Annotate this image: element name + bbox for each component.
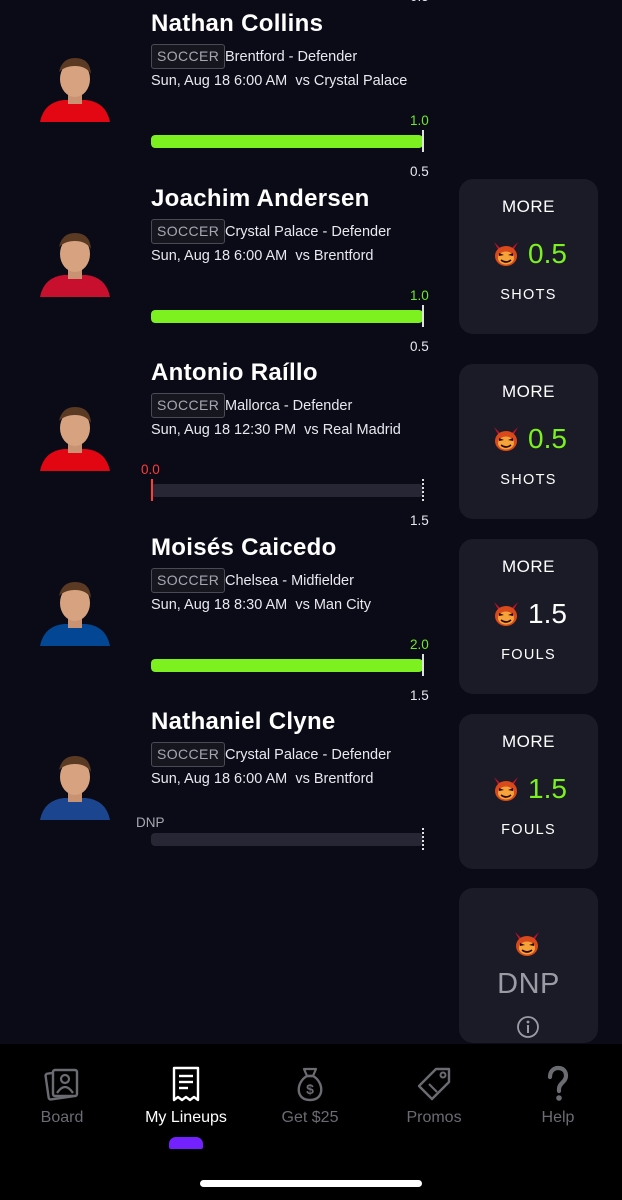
opponent: vs Brentford	[295, 248, 374, 264]
question-icon	[538, 1064, 578, 1104]
tab-label: Board	[40, 1109, 84, 1126]
opponent: vs Man City	[295, 597, 372, 613]
actual-stat-value: 2.0	[410, 637, 429, 652]
sport-badge: SOCCER	[151, 568, 226, 593]
progress-track	[151, 659, 423, 672]
home-indicator	[200, 1180, 422, 1187]
progress-fill	[151, 135, 423, 148]
game-time: Sun, Aug 18 6:00 AM vs Brentford	[151, 247, 373, 265]
info-icon[interactable]	[516, 1015, 540, 1039]
player-avatar	[38, 52, 112, 122]
player-avatar	[38, 227, 112, 297]
team-position: Brentford - Defender	[225, 49, 358, 65]
actual-stat-value: 0.0	[141, 462, 160, 477]
actual-stat-value: 1.0	[410, 113, 429, 128]
pick-card[interactable]: DNP	[459, 888, 598, 1043]
game-datetime: Sun, Aug 18 6:00 AM	[151, 248, 288, 264]
sport-badge: SOCCER	[151, 393, 226, 418]
progress-track	[151, 484, 423, 497]
game-datetime: Sun, Aug 18 12:30 PM	[151, 422, 297, 438]
tab-help[interactable]: Help	[496, 1044, 620, 1154]
tab-my-lineups[interactable]: My Lineups	[124, 1044, 248, 1154]
line-marker	[422, 479, 424, 501]
svg-text:$: $	[306, 1081, 314, 1097]
team-position: Crystal Palace - Defender	[225, 224, 392, 240]
progress-track	[151, 135, 423, 148]
game-time: Sun, Aug 18 12:30 PM vs Real Madrid	[151, 421, 401, 439]
game-time: Sun, Aug 18 8:30 AM vs Man City	[151, 596, 371, 614]
team-position: Crystal Palace - Defender	[225, 747, 392, 763]
bottom-tab-bar: Board My Lineups $ Get $25 Promos Help	[0, 1044, 622, 1200]
game-datetime: Sun, Aug 18 8:30 AM	[151, 597, 288, 613]
player-avatar	[38, 401, 112, 471]
lineup-pick-list[interactable]: Erling HaalandSOCCERMan City - AttackerS…	[0, 0, 622, 1044]
progress-track	[151, 310, 423, 323]
actual-stat-value: 1.0	[410, 288, 429, 303]
opponent: vs Brentford	[295, 771, 374, 787]
board-icon	[42, 1064, 82, 1104]
tag-icon	[414, 1064, 454, 1104]
opponent: vs Real Madrid	[304, 422, 401, 438]
opponent: vs Crystal Palace	[295, 73, 408, 89]
sport-badge: SOCCER	[151, 219, 226, 244]
tab-label: My Lineups	[145, 1109, 227, 1126]
tab-board[interactable]: Board	[0, 1044, 124, 1154]
pick-row: Moisés Caicedo SOCCER Chelsea - Midfielder…	[0, 524, 622, 703]
tab-promos[interactable]: Promos	[372, 1044, 496, 1154]
player-avatar	[38, 576, 112, 646]
pick-row: Nathan Collins SOCCER Brentford - Defender…	[0, 0, 622, 179]
player-name[interactable]: Joachim Andersen	[151, 185, 370, 213]
progress-fill	[151, 310, 423, 323]
game-time: Sun, Aug 18 6:00 AM vs Crystal Palace	[151, 72, 407, 90]
tab-label: Get $25	[281, 1109, 339, 1126]
demon-icon	[511, 928, 543, 960]
progress-fill	[151, 659, 423, 672]
player-name[interactable]: Antonio Raíllo	[151, 359, 318, 387]
sport-badge: SOCCER	[151, 44, 226, 69]
line-marker	[422, 828, 424, 850]
actual-stat-value: DNP	[136, 815, 165, 830]
game-datetime: Sun, Aug 18 6:00 AM	[151, 73, 288, 89]
pick-row: Joachim Andersen SOCCER Crystal Palace - D…	[0, 175, 622, 354]
money-bag-icon: $	[290, 1064, 330, 1104]
active-tab-indicator	[169, 1137, 203, 1149]
team-position: Chelsea - Midfielder	[225, 573, 354, 589]
actual-marker	[151, 479, 153, 501]
progress-track	[151, 833, 423, 846]
tab-label: Help	[541, 1109, 575, 1126]
player-name[interactable]: Nathan Collins	[151, 10, 323, 38]
player-name[interactable]: Moisés Caicedo	[151, 534, 337, 562]
line-marker	[422, 130, 424, 152]
game-time: Sun, Aug 18 6:00 AM vs Brentford	[151, 770, 373, 788]
line-marker	[422, 654, 424, 676]
receipt-icon	[166, 1064, 206, 1104]
player-name[interactable]: Nathaniel Clyne	[151, 708, 336, 736]
team-position: Mallorca - Defender	[225, 398, 353, 414]
player-avatar	[38, 750, 112, 820]
tab-label: Promos	[406, 1109, 462, 1126]
sport-badge: SOCCER	[151, 742, 226, 767]
dnp-status: DNP	[497, 968, 560, 1000]
pick-row: Antonio Raíllo SOCCER Mallorca - Defender S…	[0, 349, 622, 528]
tab-get-25[interactable]: $ Get $25	[248, 1044, 372, 1154]
game-datetime: Sun, Aug 18 6:00 AM	[151, 771, 288, 787]
line-marker	[422, 305, 424, 327]
pick-row: Nathaniel Clyne SOCCER Crystal Palace - De…	[0, 698, 622, 872]
